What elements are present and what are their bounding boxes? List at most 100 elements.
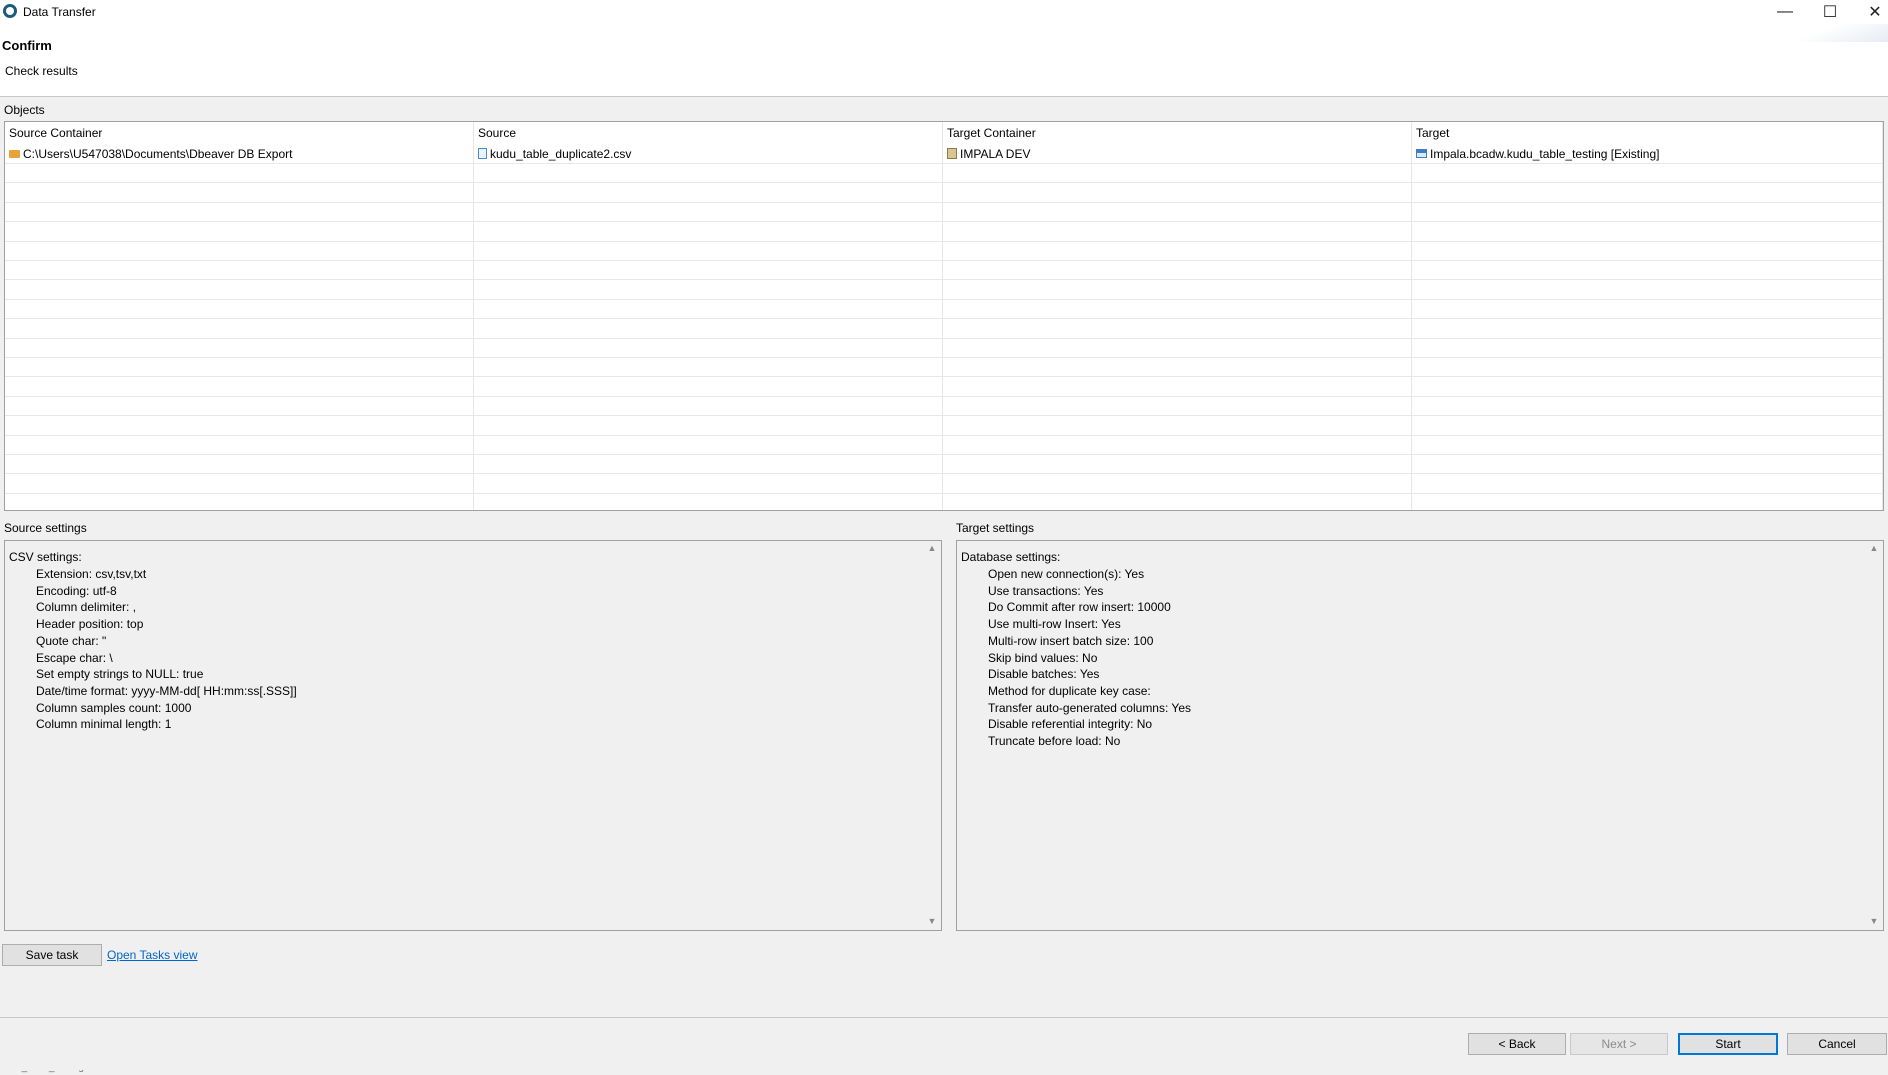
source-setting-line: Quote char: " bbox=[36, 633, 107, 648]
table-cell bbox=[943, 299, 1412, 319]
table-cell bbox=[1412, 279, 1883, 299]
table-cell bbox=[943, 182, 1412, 202]
back-button[interactable]: < Back bbox=[1468, 1033, 1566, 1055]
source-cell: kudu_table_duplicate2.csv bbox=[474, 144, 943, 163]
table-cell bbox=[1412, 415, 1883, 435]
table-row bbox=[5, 260, 1883, 281]
source-settings-panel[interactable]: CSV settings: Extension: csv,tsv,txt Enco… bbox=[4, 540, 942, 931]
table-cell bbox=[943, 241, 1412, 260]
table-cell bbox=[943, 454, 1412, 474]
app-icon bbox=[3, 4, 17, 18]
table-icon bbox=[1416, 149, 1427, 158]
table-cell bbox=[5, 279, 474, 299]
table-row bbox=[5, 454, 1883, 475]
table-row bbox=[5, 299, 1883, 320]
save-task-button[interactable]: Save task bbox=[2, 944, 102, 966]
status-text: kudu_table_testing bbox=[0, 1070, 84, 1073]
table-cell bbox=[1412, 493, 1883, 510]
close-icon[interactable]: ✕ bbox=[1852, 0, 1888, 24]
header-decoration bbox=[1798, 24, 1888, 42]
scroll-down-icon[interactable]: ▼ bbox=[1867, 916, 1881, 928]
column-header-target[interactable]: Target bbox=[1412, 122, 1883, 144]
column-header-source[interactable]: Source bbox=[474, 122, 943, 144]
table-cell bbox=[1412, 396, 1883, 416]
table-cell bbox=[474, 435, 943, 454]
table-cell bbox=[5, 454, 474, 474]
window-titlebar: Data Transfer — ☐ ✕ bbox=[0, 0, 1888, 24]
table-cell bbox=[474, 493, 943, 510]
cancel-button[interactable]: Cancel bbox=[1787, 1033, 1887, 1055]
table-cell bbox=[1412, 221, 1883, 241]
table-cell bbox=[943, 493, 1412, 510]
start-button[interactable]: Start bbox=[1678, 1033, 1778, 1055]
footer-separator bbox=[0, 1017, 1888, 1018]
column-header-target-container[interactable]: Target Container bbox=[943, 122, 1412, 144]
table-cell bbox=[1412, 357, 1883, 377]
source-value: kudu_table_duplicate2.csv bbox=[490, 146, 632, 161]
table-row bbox=[5, 241, 1883, 261]
scroll-up-icon[interactable]: ▲ bbox=[1867, 543, 1881, 555]
target-settings-panel[interactable]: Database settings: Open new connection(s… bbox=[956, 540, 1884, 931]
table-cell bbox=[474, 338, 943, 357]
table-cell bbox=[5, 299, 474, 319]
source-setting-line: Encoding: utf-8 bbox=[36, 583, 117, 598]
maximize-icon[interactable]: ☐ bbox=[1807, 0, 1853, 24]
table-cell bbox=[1412, 163, 1883, 183]
table-cell bbox=[943, 376, 1412, 396]
table-cell bbox=[943, 473, 1412, 493]
column-header-source-container[interactable]: Source Container bbox=[5, 122, 474, 144]
table-cell bbox=[474, 221, 943, 241]
table-cell bbox=[943, 415, 1412, 435]
open-tasks-view-link[interactable]: Open Tasks view bbox=[107, 948, 198, 962]
page-title: Confirm bbox=[2, 38, 52, 53]
database-icon bbox=[947, 148, 957, 159]
table-row bbox=[5, 357, 1883, 378]
table-cell bbox=[943, 163, 1412, 183]
target-setting-line: Open new connection(s): Yes bbox=[988, 567, 1145, 581]
table-cell bbox=[943, 435, 1412, 454]
table-cell bbox=[474, 454, 943, 474]
table-row[interactable]: C:\Users\U547038\Documents\Dbeaver DB Ex… bbox=[5, 144, 1883, 164]
objects-table[interactable]: Source Container Source Target Container… bbox=[4, 121, 1884, 511]
source-setting-line: Set empty strings to NULL: true bbox=[36, 667, 204, 682]
table-cell bbox=[1412, 435, 1883, 454]
table-cell bbox=[943, 338, 1412, 357]
file-icon bbox=[478, 148, 487, 159]
table-cell bbox=[474, 396, 943, 416]
table-row bbox=[5, 376, 1883, 397]
table-cell bbox=[943, 396, 1412, 416]
target-setting-line: Multi-row insert batch size: 100 bbox=[988, 633, 1154, 648]
scroll-down-icon[interactable]: ▼ bbox=[925, 916, 939, 928]
table-cell bbox=[5, 182, 474, 202]
table-cell bbox=[5, 493, 474, 510]
table-row bbox=[5, 473, 1883, 494]
table-cell bbox=[5, 241, 474, 260]
table-cell bbox=[474, 415, 943, 435]
target-container-cell: IMPALA DEV bbox=[943, 144, 1412, 163]
table-row bbox=[5, 318, 1883, 339]
source-container-value: C:\Users\U547038\Documents\Dbeaver DB Ex… bbox=[23, 146, 293, 161]
table-cell bbox=[474, 279, 943, 299]
table-cell bbox=[1412, 182, 1883, 202]
next-button[interactable]: Next > bbox=[1570, 1033, 1668, 1055]
table-cell bbox=[5, 357, 474, 377]
wizard-header: Confirm Check results bbox=[0, 24, 1888, 97]
table-cell bbox=[1412, 338, 1883, 357]
target-settings-label: Target settings bbox=[956, 521, 1035, 535]
table-cell bbox=[5, 435, 474, 454]
table-cell bbox=[1412, 241, 1883, 260]
table-cell bbox=[474, 202, 943, 222]
target-setting-line: Truncate before load: No bbox=[988, 734, 1121, 748]
table-cell bbox=[943, 221, 1412, 241]
table-cell bbox=[5, 260, 474, 280]
minimize-icon[interactable]: — bbox=[1762, 0, 1808, 24]
table-cell bbox=[474, 357, 943, 377]
target-setting-line: Transfer auto-generated columns: Yes bbox=[988, 700, 1192, 715]
target-setting-line: Disable referential integrity: No bbox=[988, 717, 1153, 732]
source-setting-line: Date/time format: yyyy-MM-dd[ HH:mm:ss[.… bbox=[36, 683, 297, 698]
scroll-up-icon[interactable]: ▲ bbox=[925, 543, 939, 555]
table-cell bbox=[474, 260, 943, 280]
table-cell bbox=[474, 241, 943, 260]
table-row bbox=[5, 435, 1883, 455]
folder-icon bbox=[9, 149, 20, 158]
